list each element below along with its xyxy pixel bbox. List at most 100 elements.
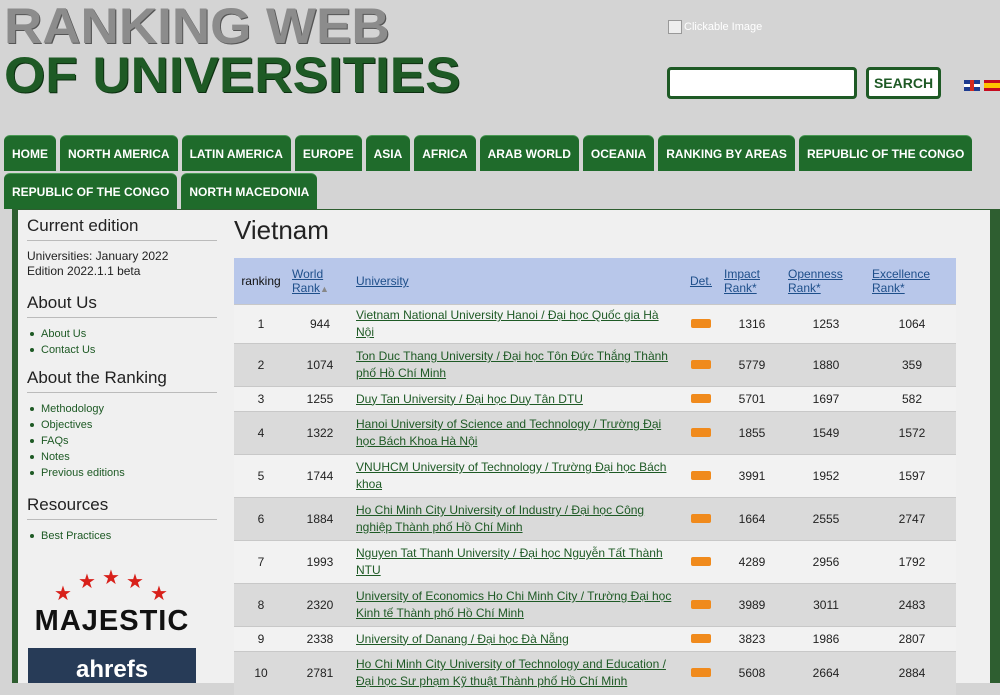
openness-line2[interactable]: Rank*: [788, 281, 821, 295]
university-link[interactable]: Vietnam National University Hanoi / Đại …: [356, 308, 659, 339]
cell-excellence: 2483: [868, 583, 956, 627]
university-link[interactable]: Duy Tan University / Đại học Duy Tân DTU: [356, 392, 583, 406]
cell-ranking: 2: [234, 343, 288, 387]
resources-list: Best Practices: [27, 528, 217, 544]
cell-det: [682, 411, 720, 455]
nav-ranking-by-areas[interactable]: RANKING BY AREAS: [658, 135, 795, 171]
world-rank-line1[interactable]: World: [292, 267, 323, 281]
cell-world-rank: 1074: [288, 343, 352, 387]
cell-excellence: 582: [868, 386, 956, 412]
link-faqs[interactable]: FAQs: [27, 433, 217, 449]
cell-ranking: 4: [234, 411, 288, 455]
university-link[interactable]: University of Danang / Đại học Đà Nẵng: [356, 632, 569, 646]
details-icon[interactable]: [691, 360, 711, 369]
about-us-list: About Us Contact Us: [27, 326, 217, 358]
col-university[interactable]: University: [352, 258, 682, 305]
excellence-line1[interactable]: Excellence: [872, 267, 930, 281]
nav-north-macedonia[interactable]: NORTH MACEDONIA: [181, 173, 318, 209]
search-button[interactable]: SEARCH: [866, 67, 941, 99]
col-world-rank[interactable]: World Rank▲: [288, 258, 352, 305]
nav-row-1: HOME NORTH AMERICA LATIN AMERICA EUROPE …: [4, 135, 1000, 171]
nav-latin-america[interactable]: LATIN AMERICA: [181, 135, 291, 171]
university-link[interactable]: Hanoi University of Science and Technolo…: [356, 417, 661, 448]
university-link[interactable]: VNUHCM University of Technology / Trường…: [356, 460, 666, 491]
details-icon[interactable]: [691, 471, 711, 480]
cell-impact: 4289: [720, 540, 784, 584]
clickable-image[interactable]: Clickable Image: [668, 20, 762, 34]
details-icon[interactable]: [691, 600, 711, 609]
university-link[interactable]: Ton Duc Thang University / Đại học Tôn Đ…: [356, 349, 668, 380]
ahrefs-logo[interactable]: ahrefs: [28, 648, 196, 683]
cell-university: Ho Chi Minh City University of Technolog…: [352, 651, 682, 695]
link-previous-editions[interactable]: Previous editions: [27, 465, 217, 481]
details-icon[interactable]: [691, 428, 711, 437]
cell-excellence: 1597: [868, 454, 956, 498]
university-header-link[interactable]: University: [356, 274, 409, 288]
cell-ranking: 10: [234, 651, 288, 695]
excellence-line2[interactable]: Rank*: [872, 281, 905, 295]
details-icon[interactable]: [691, 319, 711, 328]
cell-ranking: 9: [234, 626, 288, 652]
table-row: 9 2338 University of Danang / Đại học Đà…: [234, 626, 956, 652]
cell-openness: 1952: [784, 454, 868, 498]
nav-oceania[interactable]: OCEANIA: [582, 135, 655, 171]
link-methodology[interactable]: Methodology: [27, 401, 217, 417]
details-icon[interactable]: [691, 514, 711, 523]
sort-arrow-icon: ▲: [320, 284, 329, 294]
site-logo[interactable]: RANKING WEB OF UNIVERSITIES: [4, 0, 460, 100]
logo-line-2: OF UNIVERSITIES: [4, 47, 461, 103]
cell-det: [682, 454, 720, 498]
col-det[interactable]: Det.: [682, 258, 720, 305]
link-objectives[interactable]: Objectives: [27, 417, 217, 433]
cell-ranking: 8: [234, 583, 288, 627]
nav-europe[interactable]: EUROPE: [294, 135, 362, 171]
cell-world-rank: 1993: [288, 540, 352, 584]
resources-heading: Resources: [27, 495, 217, 520]
spain-flag-icon[interactable]: [984, 80, 1000, 91]
nav-asia[interactable]: ASIA: [365, 135, 411, 171]
cell-openness: 1880: [784, 343, 868, 387]
nav-africa[interactable]: AFRICA: [414, 135, 476, 171]
details-icon[interactable]: [691, 634, 711, 643]
col-impact[interactable]: Impact Rank*: [720, 258, 784, 305]
impact-line1[interactable]: Impact: [724, 267, 760, 281]
impact-line2[interactable]: Rank*: [724, 281, 757, 295]
cell-university: Vietnam National University Hanoi / Đại …: [352, 304, 682, 344]
details-icon[interactable]: [691, 668, 711, 678]
university-link[interactable]: Ho Chi Minh City University of Technolog…: [356, 657, 666, 688]
table-row: 8 2320 University of Economics Ho Chi Mi…: [234, 583, 956, 627]
link-best-practices[interactable]: Best Practices: [27, 528, 217, 544]
uk-flag-icon[interactable]: [964, 80, 980, 91]
cell-excellence: 1064: [868, 304, 956, 344]
table-row: 1 944 Vietnam National University Hanoi …: [234, 304, 956, 344]
link-contact-us[interactable]: Contact Us: [27, 342, 217, 358]
nav-republic-of-the-congo[interactable]: REPUBLIC OF THE CONGO: [798, 135, 973, 171]
university-link[interactable]: Nguyen Tat Thanh University / Đại học Ng…: [356, 546, 663, 577]
det-header-link[interactable]: Det.: [690, 274, 712, 288]
openness-line1[interactable]: Openness: [788, 267, 843, 281]
nav-republic-of-the-congo-2[interactable]: REPUBLIC OF THE CONGO: [4, 173, 178, 209]
search-input[interactable]: [667, 67, 857, 99]
link-notes[interactable]: Notes: [27, 449, 217, 465]
details-icon[interactable]: [691, 557, 711, 566]
cell-det: [682, 540, 720, 584]
col-openness[interactable]: Openness Rank*: [784, 258, 868, 305]
cell-world-rank: 944: [288, 304, 352, 344]
col-excellence[interactable]: Excellence Rank*: [868, 258, 956, 305]
majestic-logo[interactable]: ★ ★ ★ ★ ★ MAJESTIC: [32, 565, 192, 638]
cell-world-rank: 1255: [288, 386, 352, 412]
university-link[interactable]: Ho Chi Minh City University of Industry …: [356, 503, 644, 534]
current-edition-heading: Current edition: [27, 216, 217, 241]
university-link[interactable]: University of Economics Ho Chi Minh City…: [356, 589, 671, 620]
cell-det: [682, 626, 720, 652]
nav-home[interactable]: HOME: [4, 135, 56, 171]
link-about-us[interactable]: About Us: [27, 326, 217, 342]
details-icon[interactable]: [691, 394, 711, 403]
cell-openness: 1253: [784, 304, 868, 344]
nav-north-america[interactable]: NORTH AMERICA: [60, 135, 178, 171]
table-row: 2 1074 Ton Duc Thang University / Đại họ…: [234, 343, 956, 387]
nav-arab-world[interactable]: ARAB WORLD: [479, 135, 579, 171]
cell-world-rank: 2320: [288, 583, 352, 627]
world-rank-line2[interactable]: Rank: [292, 281, 320, 295]
cell-impact: 1855: [720, 411, 784, 455]
